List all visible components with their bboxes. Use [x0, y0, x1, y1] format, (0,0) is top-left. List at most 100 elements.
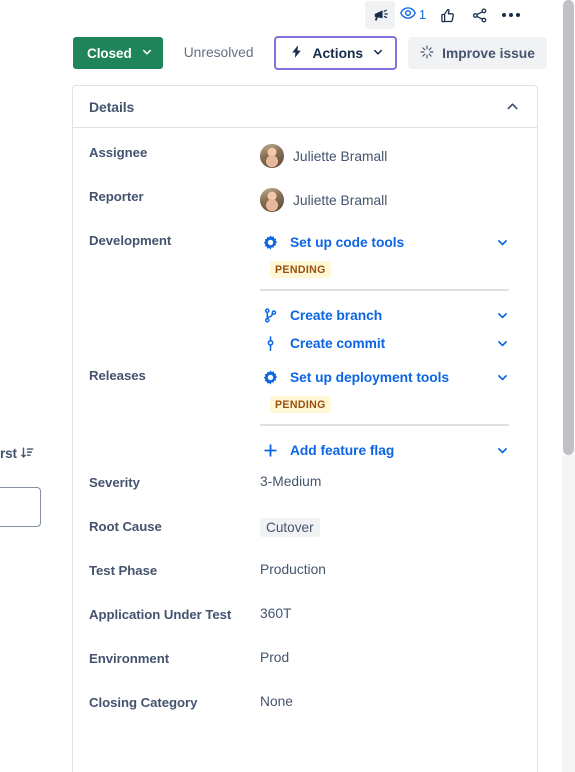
chevron-down-icon: [141, 46, 153, 61]
dev-action-link[interactable]: Add feature flag: [260, 436, 521, 464]
lightning-bolt-icon: [289, 44, 304, 62]
detail-field-value[interactable]: Production: [260, 558, 521, 577]
improve-issue-label: Improve issue: [442, 45, 535, 61]
chevron-down-icon[interactable]: [496, 444, 521, 457]
detail-field-row: Application Under Test 360T: [73, 602, 537, 646]
resolution-label: Unresolved: [183, 45, 254, 60]
detail-field-value[interactable]: Prod: [260, 646, 521, 665]
detail-field-value: Juliette Bramall: [260, 140, 521, 168]
dev-action-link[interactable]: Set up deployment tools: [260, 363, 521, 391]
actions-label: Actions: [312, 45, 364, 61]
branch-icon: [260, 307, 280, 324]
dev-action-link[interactable]: Create commit: [260, 329, 521, 357]
chevron-up-icon[interactable]: [505, 99, 520, 114]
dev-action-link-content: Add feature flag: [260, 442, 394, 459]
detail-field-row: Severity 3-Medium: [73, 470, 537, 514]
details-panel: Details Assignee Juliette Bramall Reporter…: [72, 85, 538, 772]
avatar: [260, 144, 284, 168]
detail-field-label: Environment: [89, 651, 170, 666]
dev-action-link[interactable]: Set up code tools: [260, 228, 521, 256]
detail-field-row: Development Set up code tools PENDING Creat…: [73, 228, 537, 363]
scrollbar-track-lower: [562, 455, 575, 772]
detail-field-row: Closing Category None: [73, 690, 537, 734]
development-block: Set up deployment tools PENDING Add featur…: [260, 363, 521, 464]
plus-icon: [260, 442, 280, 459]
detail-field-label: Reporter: [89, 189, 144, 204]
dev-action-label: Create branch: [290, 307, 383, 323]
gear-icon: [260, 234, 280, 251]
watch-control[interactable]: 1: [397, 1, 430, 29]
user-chip[interactable]: Juliette Bramall: [260, 144, 521, 168]
value-lozenge: Cutover: [260, 518, 320, 537]
details-panel-header[interactable]: Details: [73, 86, 537, 128]
activity-sort-control[interactable]: rst: [0, 442, 44, 464]
gear-icon: [260, 369, 280, 386]
issue-primary-actions: Closed Unresolved Actions Improve issue: [73, 36, 547, 70]
dev-action-label: Create commit: [290, 335, 386, 351]
detail-field-row: Releases Set up deployment tools PENDING Ad…: [73, 363, 537, 470]
sort-label: rst: [0, 445, 17, 461]
detail-field-label: Closing Category: [89, 695, 198, 710]
issue-action-bar: 1 Closed Unresolved Actions Improve issu…: [62, 0, 549, 82]
issue-icon-actions: 1: [365, 0, 526, 30]
chevron-down-icon: [372, 46, 384, 61]
commit-icon: [260, 335, 280, 352]
avatar: [260, 188, 284, 212]
dev-action-label: Set up deployment tools: [290, 369, 450, 385]
dev-action-link-content: Set up code tools: [260, 234, 404, 251]
detail-field-value[interactable]: Cutover: [260, 514, 521, 537]
detail-field-row: Assignee Juliette Bramall: [73, 140, 537, 184]
improve-issue-button[interactable]: Improve issue: [408, 37, 547, 69]
detail-field-label: Application Under Test: [89, 607, 232, 622]
detail-field-value: Juliette Bramall: [260, 184, 521, 212]
detail-field-row: Reporter Juliette Bramall: [73, 184, 537, 228]
dev-action-label: Set up code tools: [290, 234, 405, 250]
share-icon[interactable]: [464, 1, 494, 29]
issue-detail-view: rst 1 Closed Unresolved Actions Improve …: [0, 0, 575, 772]
chevron-down-icon[interactable]: [496, 309, 521, 322]
comment-input-partial[interactable]: [0, 487, 41, 527]
dev-action-link[interactable]: Create branch: [260, 301, 521, 329]
detail-field-value[interactable]: None: [260, 690, 521, 709]
detail-field-value[interactable]: 360T: [260, 602, 521, 621]
detail-field-label: Test Phase: [89, 563, 158, 578]
actions-dropdown-button[interactable]: Actions: [273, 36, 398, 70]
user-name: Juliette Bramall: [293, 192, 388, 208]
chevron-down-icon[interactable]: [496, 337, 521, 350]
dev-action-link-content: Create commit: [260, 335, 385, 352]
status-badge-wrapper: PENDING: [260, 256, 521, 280]
detail-field-label: Assignee: [89, 145, 148, 160]
status-badge: PENDING: [270, 396, 331, 413]
detail-field-row: Test Phase Production: [73, 558, 537, 602]
left-column-partial: rst: [0, 0, 62, 772]
detail-field-value[interactable]: 3-Medium: [260, 470, 521, 489]
detail-field-label: Severity: [89, 475, 140, 490]
scrollbar-thumb[interactable]: [563, 0, 574, 455]
detail-field-label: Development: [89, 233, 172, 248]
development-block: Set up code tools PENDING Create branch Cre…: [260, 228, 521, 357]
watch-count: 1: [419, 8, 426, 22]
user-chip[interactable]: Juliette Bramall: [260, 188, 521, 212]
chevron-down-icon[interactable]: [496, 371, 521, 384]
page-scrollbar[interactable]: [562, 0, 575, 772]
ai-sparkle-icon: [420, 44, 434, 62]
dev-action-link-content: Set up deployment tools: [260, 369, 449, 386]
watch-eye-icon: [399, 4, 417, 27]
dev-action-label: Add feature flag: [290, 442, 395, 458]
chevron-down-icon[interactable]: [496, 236, 521, 249]
page-title: Details: [89, 98, 135, 115]
thumbs-up-icon[interactable]: [432, 1, 462, 29]
more-actions-icon[interactable]: [496, 1, 526, 29]
detail-field-label: Releases: [89, 368, 146, 383]
details-field-list: Assignee Juliette Bramall Reporter Juliette…: [73, 128, 537, 734]
dev-action-link-content: Create branch: [260, 307, 382, 324]
sort-descending-icon: [20, 446, 34, 460]
detail-field-label: Root Cause: [89, 519, 162, 534]
user-name: Juliette Bramall: [293, 148, 388, 164]
status-badge-wrapper: PENDING: [260, 391, 521, 415]
detail-field-row: Root Cause Cutover: [73, 514, 537, 558]
feedback-megaphone-icon[interactable]: [365, 1, 396, 29]
status-dropdown-button[interactable]: Closed: [73, 37, 163, 69]
